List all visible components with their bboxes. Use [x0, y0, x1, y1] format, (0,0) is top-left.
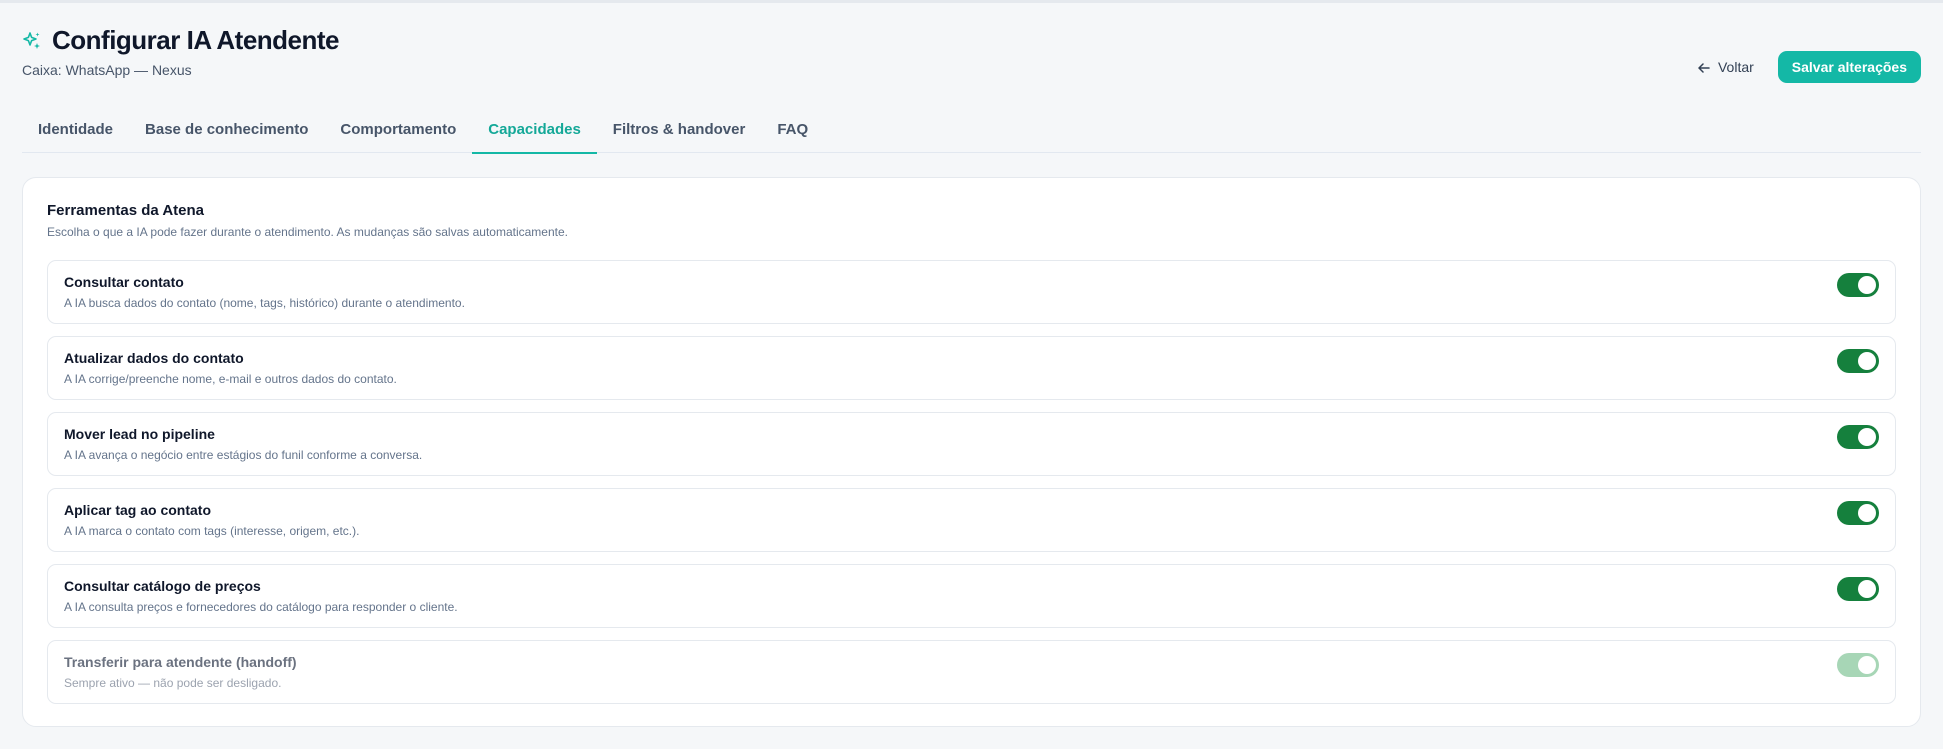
tools-card-header: Ferramentas da Atena Escolha o que a IA … [47, 202, 568, 239]
tool-description: A IA marca o contato com tags (interesse… [64, 524, 360, 538]
inbox-subtitle: Caixa: WhatsApp — Nexus [22, 62, 192, 78]
tool-description: A IA avança o negócio entre estágios do … [64, 448, 423, 462]
list-item: Transferir para atendente (handoff) Semp… [47, 640, 1896, 704]
list-item: Atualizar dados do contato A IA corrige/… [47, 336, 1896, 400]
page-title: Configurar IA Atendente [52, 25, 340, 55]
list-item: Consultar contato A IA busca dados do co… [47, 260, 1896, 324]
tab-faq[interactable]: FAQ [761, 111, 824, 153]
back-button-label: Voltar [1717, 59, 1754, 75]
tools-list: Consultar contato A IA busca dados do co… [47, 260, 1896, 716]
toggle-knob [1858, 352, 1876, 370]
tool-description: A IA corrige/preenche nome, e-mail e out… [64, 372, 397, 386]
toggle-transferir-handoff [1837, 653, 1879, 677]
tab-base-de-conhecimento[interactable]: Base de conhecimento [129, 111, 324, 153]
tool-description: Sempre ativo — não pode ser desligado. [64, 676, 282, 690]
tab-capacidades[interactable]: Capacidades [472, 111, 597, 154]
section-title: Ferramentas da Atena [47, 202, 205, 219]
toggle-knob [1858, 504, 1876, 522]
toggle-aplicar-tag[interactable] [1837, 501, 1879, 525]
toggle-knob [1858, 276, 1876, 294]
tool-title: Aplicar tag ao contato [64, 502, 212, 518]
sparkles-icon [22, 31, 42, 51]
tab-bar: Identidade Base de conhecimento Comporta… [22, 111, 1921, 154]
tool-title: Atualizar dados do contato [64, 350, 244, 366]
tab-filtros-handover[interactable]: Filtros & handover [597, 111, 762, 153]
toggle-atualizar-dados[interactable] [1837, 349, 1879, 373]
toggle-knob [1858, 580, 1876, 598]
tab-identidade[interactable]: Identidade [22, 111, 129, 153]
tool-title: Mover lead no pipeline [64, 426, 215, 442]
tool-title: Consultar catálogo de preços [64, 578, 261, 594]
toggle-mover-lead[interactable] [1837, 425, 1879, 449]
save-button[interactable]: Salvar alterações [1777, 51, 1921, 83]
tool-title: Consultar contato [64, 274, 184, 290]
toggle-knob [1858, 428, 1876, 446]
toggle-consultar-catalogo[interactable] [1837, 577, 1879, 601]
tool-description: A IA consulta preços e fornecedores do c… [64, 600, 458, 614]
toggle-consultar-contato[interactable] [1837, 273, 1879, 297]
tools-card: Ferramentas da Atena Escolha o que a IA … [22, 177, 1921, 727]
list-item: Mover lead no pipeline A IA avança o neg… [47, 412, 1896, 476]
tool-description: A IA busca dados do contato (nome, tags,… [64, 296, 465, 310]
tab-comportamento[interactable]: Comportamento [324, 111, 472, 153]
list-item: Consultar catálogo de preços A IA consul… [47, 564, 1896, 628]
header-actions: Voltar Salvar alterações [1694, 51, 1921, 83]
page-header: Configurar IA Atendente Caixa: WhatsApp … [22, 25, 1921, 85]
page: Configurar IA Atendente Caixa: WhatsApp … [0, 0, 1943, 749]
tool-title: Transferir para atendente (handoff) [64, 654, 297, 670]
toggle-knob [1858, 656, 1876, 674]
list-item: Aplicar tag ao contato A IA marca o cont… [47, 488, 1896, 552]
back-button[interactable]: Voltar [1694, 53, 1758, 81]
arrow-left-icon [1698, 61, 1710, 73]
section-description: Escolha o que a IA pode fazer durante o … [47, 225, 568, 239]
title-row: Configurar IA Atendente [22, 25, 1921, 56]
